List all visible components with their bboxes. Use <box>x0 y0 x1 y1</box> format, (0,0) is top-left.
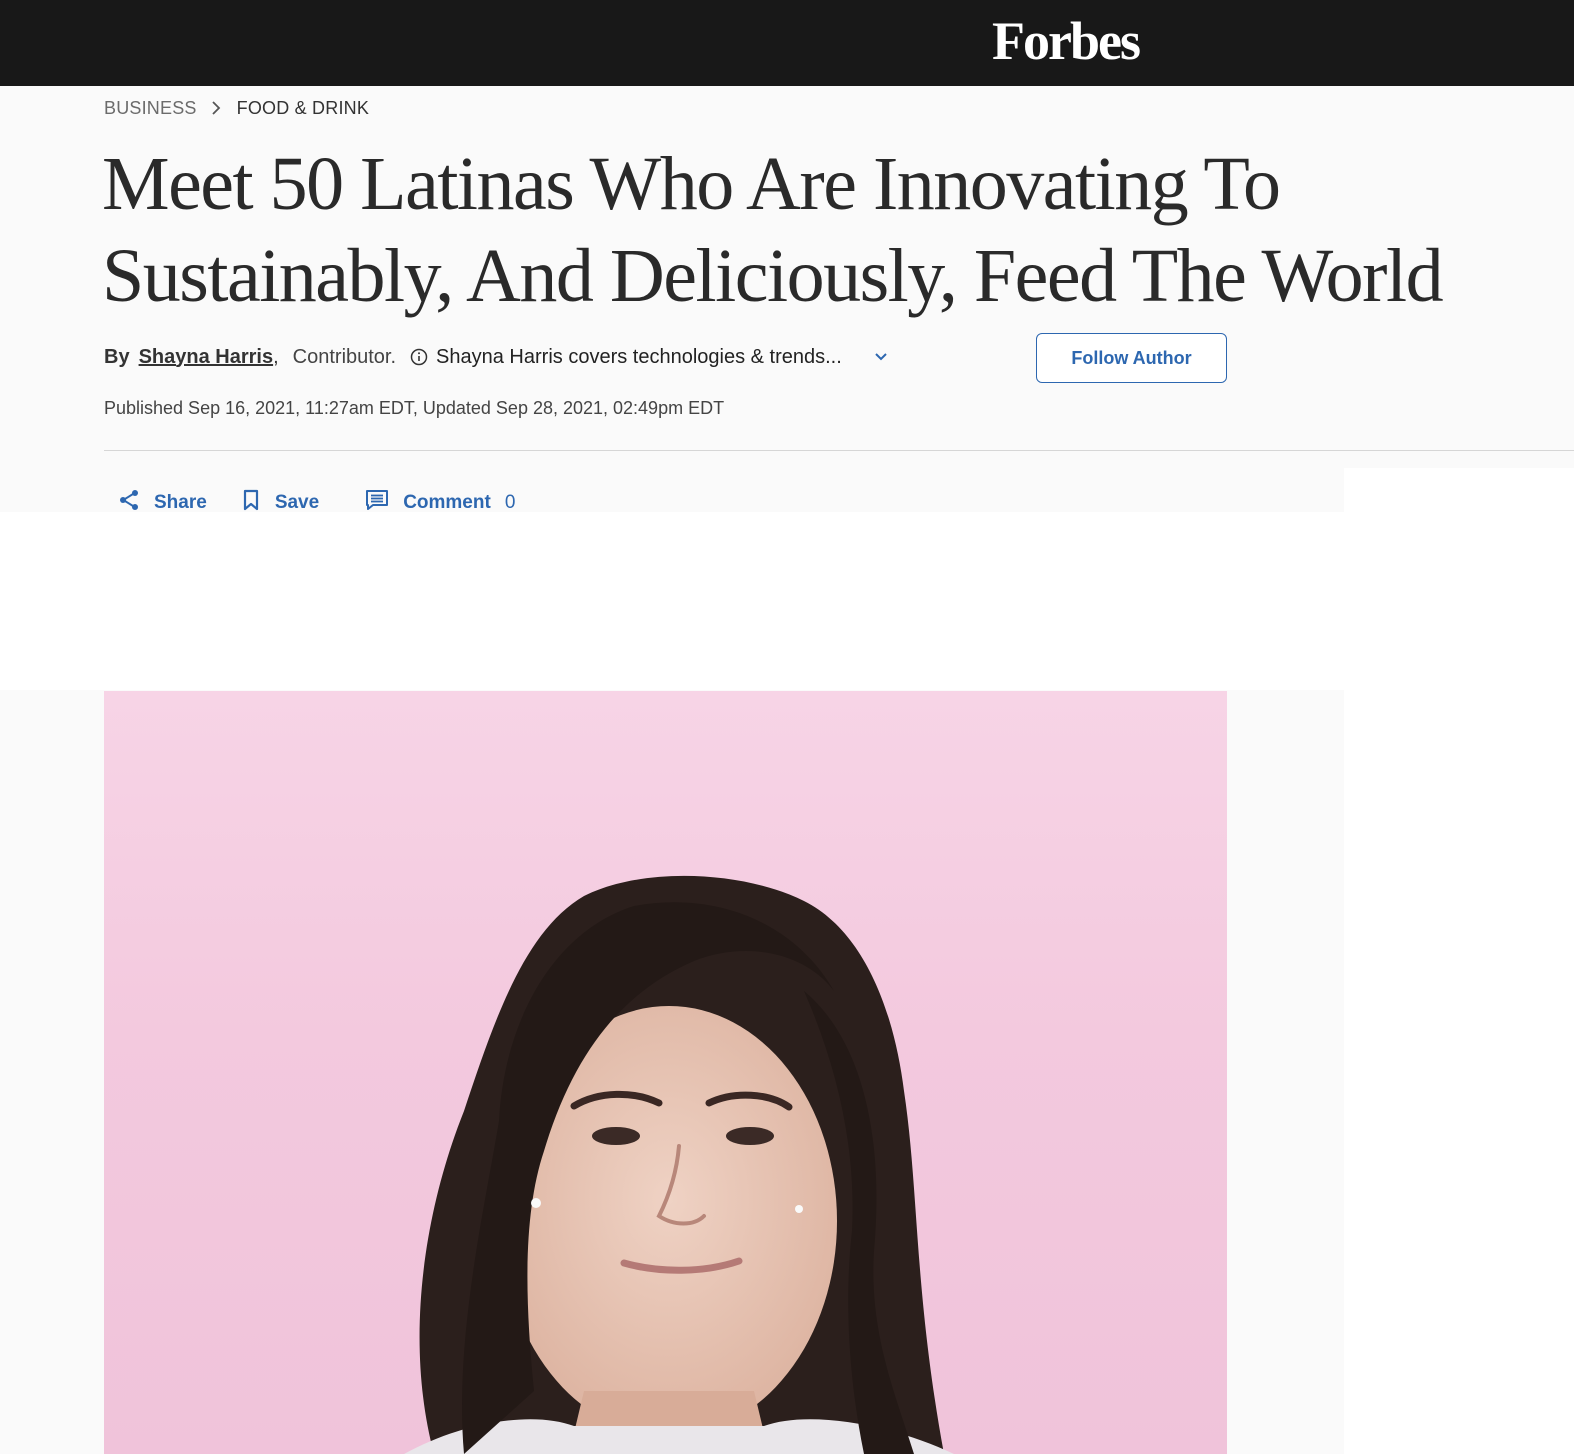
breadcrumb: BUSINESS FOOD & DRINK <box>104 96 369 120</box>
forbes-logo[interactable]: Forbes <box>992 6 1141 76</box>
author-role: Contributor. <box>292 345 397 368</box>
author-link[interactable]: Shayna Harris <box>139 346 274 369</box>
breadcrumb-business[interactable]: BUSINESS <box>104 98 197 119</box>
byline-comma: , <box>273 345 279 368</box>
article-hero-image[interactable] <box>104 691 1227 1454</box>
ad-slot <box>0 512 1344 690</box>
breadcrumb-food-drink[interactable]: FOOD & DRINK <box>237 98 369 119</box>
byline: By Shayna Harris , Contributor. Shayna H… <box>104 340 890 374</box>
chevron-down-icon[interactable] <box>874 349 890 365</box>
share-label: Share <box>154 492 207 513</box>
comment-count: 0 <box>504 492 516 513</box>
headline-line-2: Sustainably, And Deliciously, Feed The W… <box>102 234 1444 318</box>
divider <box>104 450 1574 451</box>
portrait-illustration <box>104 691 1227 1454</box>
author-description: Shayna Harris covers technologies & tren… <box>436 345 842 368</box>
article-headline: Meet 50 Latinas Who Are Innovating To Su… <box>102 138 1562 322</box>
top-bar: Forbes <box>0 0 1574 86</box>
by-label: By <box>104 345 130 368</box>
comment-label: Comment <box>403 492 491 513</box>
headline-line-1: Meet 50 Latinas Who Are Innovating To <box>102 142 1281 226</box>
right-rail <box>1344 468 1574 1454</box>
info-icon[interactable] <box>410 348 428 366</box>
chevron-right-icon <box>211 96 223 120</box>
save-label: Save <box>274 492 320 513</box>
follow-author-button[interactable]: Follow Author <box>1036 333 1227 383</box>
publish-dates: Published Sep 16, 2021, 11:27am EDT, Upd… <box>104 398 725 418</box>
